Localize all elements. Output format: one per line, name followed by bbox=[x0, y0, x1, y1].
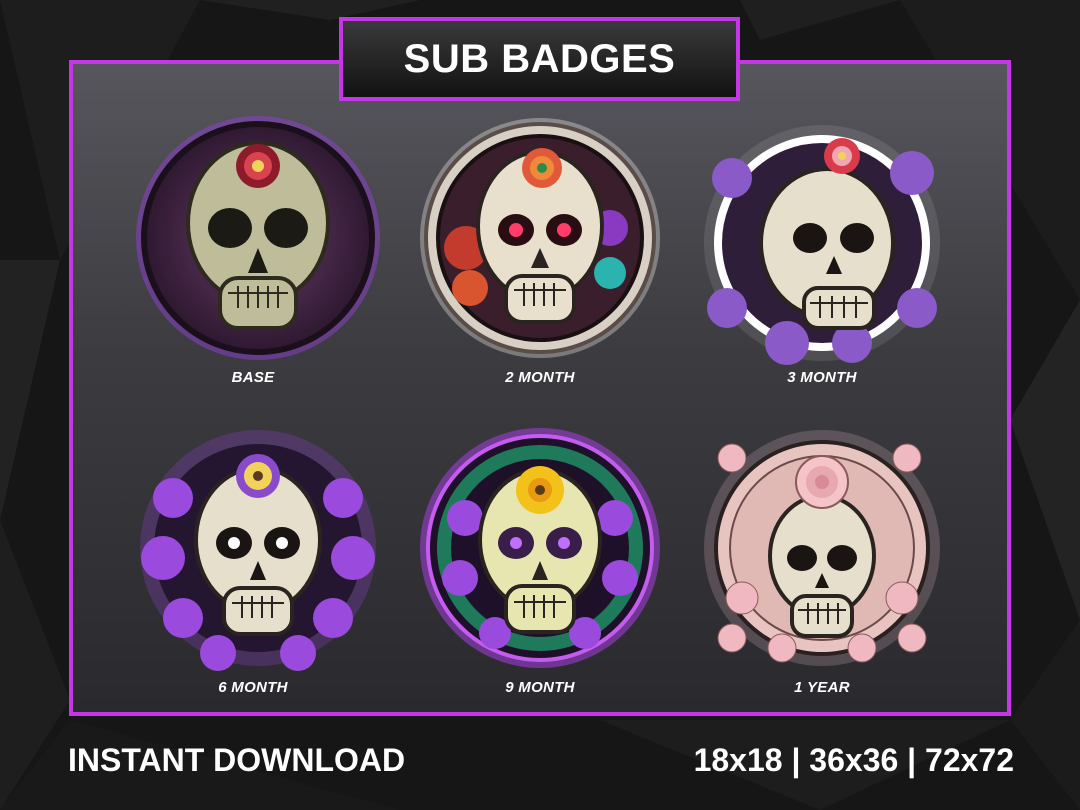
badge-label-6-month: 6 MONTH bbox=[218, 679, 288, 696]
badge-label-9-month: 9 MONTH bbox=[505, 679, 575, 696]
badge-6-month bbox=[128, 418, 388, 678]
badge-1-year bbox=[692, 418, 952, 678]
badge-base bbox=[128, 108, 388, 368]
title-banner: SUB BADGES bbox=[339, 17, 740, 101]
badge-label-3-month: 3 MONTH bbox=[787, 369, 857, 386]
page-title: SUB BADGES bbox=[403, 36, 676, 81]
sizes-text: 18x18 | 36x36 | 72x72 bbox=[693, 742, 1014, 778]
badge-label-2-month: 2 MONTH bbox=[505, 369, 575, 386]
badge-9-month bbox=[410, 418, 670, 678]
badge-3-month bbox=[692, 108, 952, 368]
badge-label-base: BASE bbox=[231, 369, 275, 386]
badge-label-1-year: 1 YEAR bbox=[794, 679, 850, 696]
instant-download-text: INSTANT DOWNLOAD bbox=[68, 742, 406, 778]
badge-2-month bbox=[410, 108, 670, 368]
